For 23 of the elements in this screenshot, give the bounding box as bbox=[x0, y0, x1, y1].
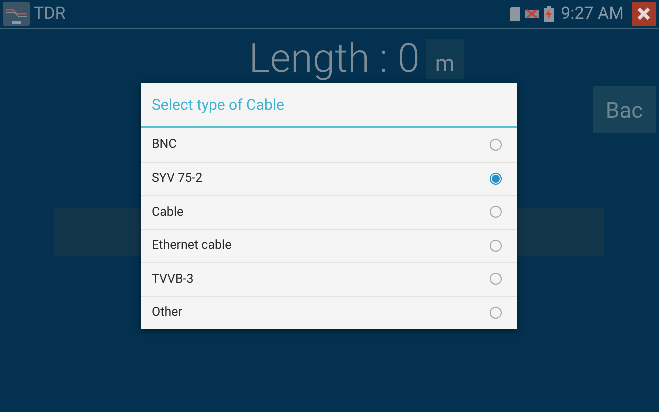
cable-option[interactable]: TVVB-3 bbox=[141, 262, 517, 296]
radio-button[interactable] bbox=[490, 306, 502, 319]
radio-button[interactable] bbox=[490, 172, 502, 185]
cable-option[interactable]: Ethernet cable bbox=[141, 228, 517, 262]
cable-option[interactable]: SYV 75-2 bbox=[141, 162, 517, 195]
battery-charging-icon bbox=[544, 6, 554, 22]
unit-label: m bbox=[426, 39, 464, 79]
close-button[interactable] bbox=[632, 2, 656, 26]
cable-option[interactable]: Other bbox=[141, 296, 517, 329]
radio-button[interactable] bbox=[490, 138, 502, 151]
dialog-title: Select type of Cable bbox=[141, 83, 517, 128]
network-icon bbox=[524, 8, 540, 20]
close-icon bbox=[636, 6, 652, 22]
radio-button[interactable] bbox=[490, 206, 502, 218]
cable-option[interactable]: BNC bbox=[141, 128, 517, 162]
cable-option[interactable]: Cable bbox=[141, 195, 517, 228]
radio-button[interactable] bbox=[490, 273, 502, 286]
radio-button[interactable] bbox=[490, 240, 502, 252]
clock-time: 9:27 AM bbox=[561, 4, 624, 24]
sd-card-icon bbox=[510, 7, 520, 21]
app-icon[interactable] bbox=[3, 2, 30, 26]
length-reading: Length : 0 bbox=[249, 37, 420, 81]
app-title: TDR bbox=[34, 4, 66, 24]
